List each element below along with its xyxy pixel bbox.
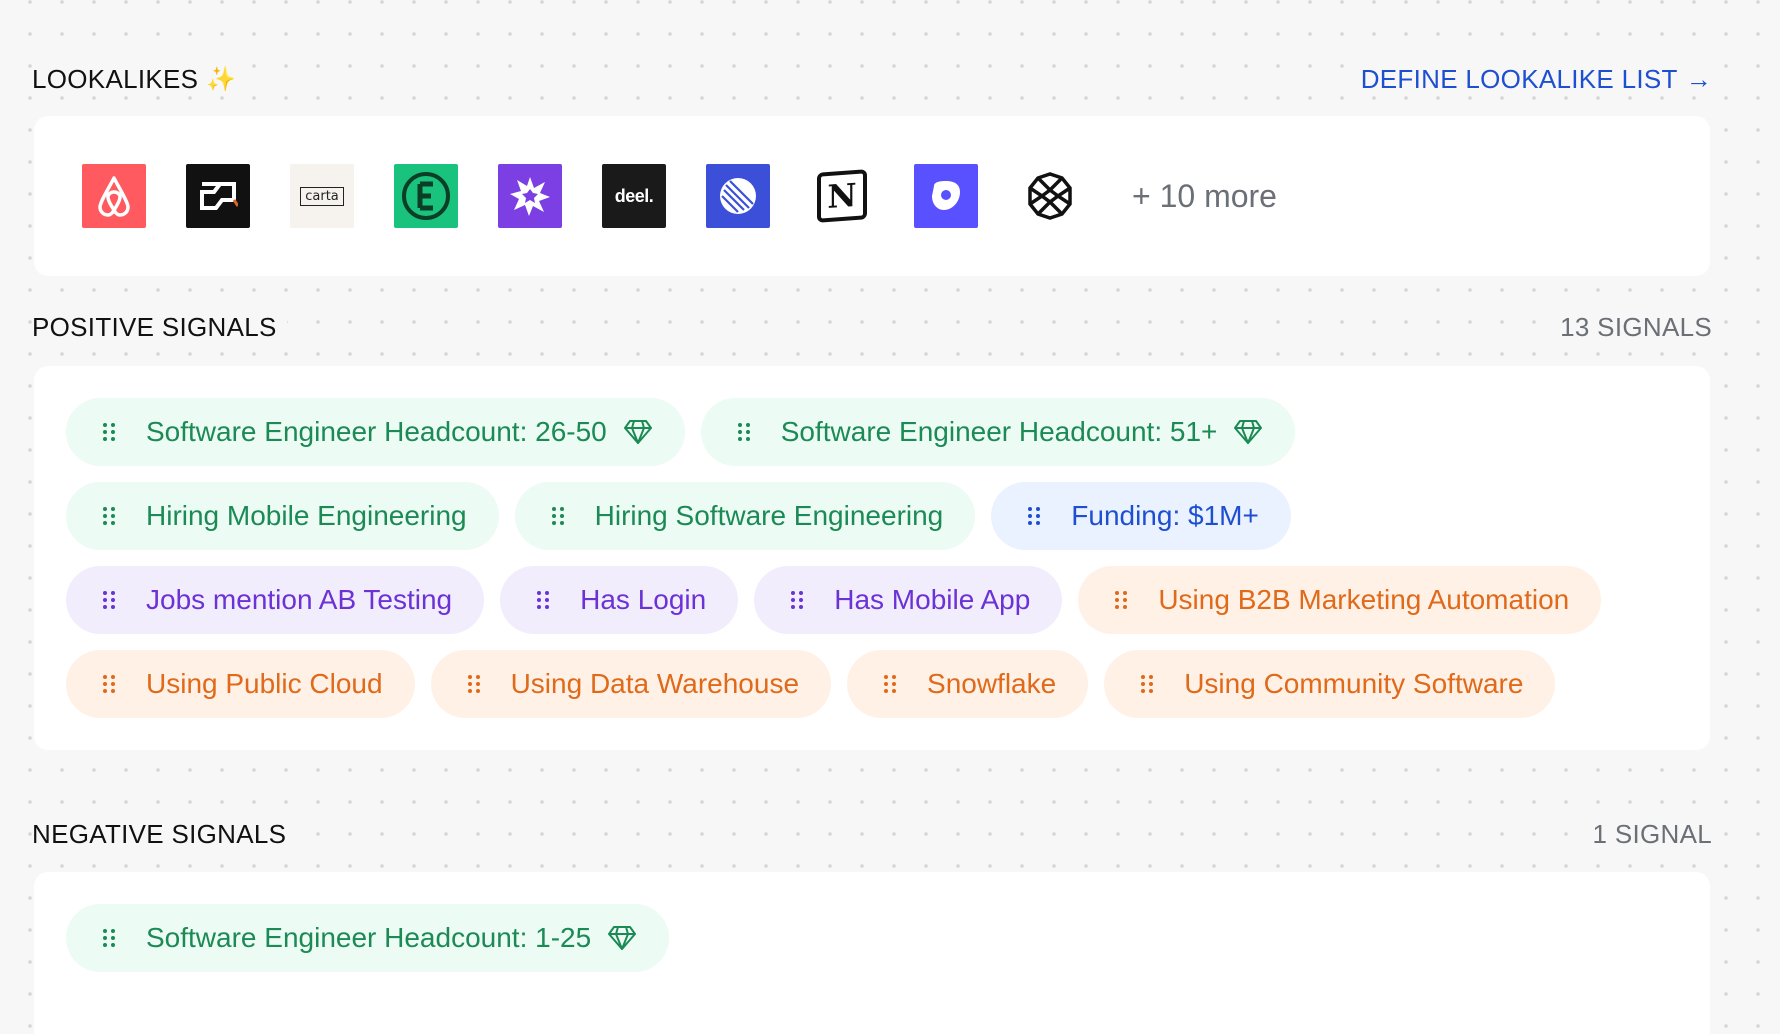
signal-label: Has Login	[580, 584, 707, 615]
plaid-logo[interactable]	[1018, 164, 1082, 228]
linear-logo[interactable]	[706, 164, 770, 228]
signal-label: Using Public Cloud	[146, 668, 383, 699]
arrow-right-icon: →	[1685, 63, 1712, 94]
signal-chip[interactable]: Using Community Software	[1104, 650, 1556, 718]
drag-handle-icon[interactable]	[551, 506, 565, 526]
lookalikes-title: LOOKALIKES ✨	[32, 63, 247, 95]
negative-signals-header: NEGATIVE SIGNALS 1 SIGNAL	[32, 816, 1712, 852]
lookalikes-title-text: LOOKALIKES	[32, 63, 199, 94]
signal-chip[interactable]: Hiring Mobile Engineering	[66, 482, 499, 550]
signal-label: Software Engineer Headcount: 26-50	[146, 416, 607, 447]
signal-label: Has Mobile App	[834, 584, 1031, 615]
signal-chip[interactable]: Software Engineer Headcount: 1-25	[66, 904, 670, 972]
signal-chip[interactable]: Using Data Warehouse	[430, 650, 832, 718]
carta-logo[interactable]: carta	[290, 164, 354, 228]
positive-signals-header: POSITIVE SIGNALS 13 SIGNALS	[32, 309, 1712, 345]
drag-handle-icon[interactable]	[1114, 590, 1128, 610]
outreach-logo[interactable]	[914, 164, 978, 228]
signal-chip[interactable]: Software Engineer Headcount: 51+	[700, 398, 1296, 466]
signal-label: Hiring Software Engineering	[594, 500, 944, 531]
negative-signals-title: NEGATIVE SIGNALS	[32, 818, 297, 850]
lookalikes-card: carta deel. N + 10 more	[34, 116, 1710, 276]
signal-chip[interactable]: Snowflake	[847, 650, 1089, 718]
signal-label: Hiring Mobile Engineering	[146, 500, 467, 531]
lookalikes-header: LOOKALIKES ✨ DEFINE LOOKALIKE LIST →	[32, 61, 1712, 97]
define-lookalike-list-link[interactable]: DEFINE LOOKALIKE LIST →	[1350, 63, 1712, 95]
diamond-icon	[1233, 419, 1263, 445]
positive-signals-card: Software Engineer Headcount: 26-50 Softwa…	[34, 366, 1710, 750]
signal-chip[interactable]: Funding: $1M+	[991, 482, 1291, 550]
signal-label: Jobs mention AB Testing	[146, 584, 453, 615]
drag-handle-icon[interactable]	[737, 422, 751, 442]
signal-label: Using Data Warehouse	[510, 668, 800, 699]
drag-handle-icon[interactable]	[790, 590, 804, 610]
drag-handle-icon[interactable]	[102, 422, 116, 442]
drag-handle-icon[interactable]	[467, 674, 481, 694]
notion-mark: N	[817, 169, 867, 223]
brex-logo[interactable]	[186, 164, 250, 228]
signal-chip[interactable]: Using Public Cloud	[66, 650, 415, 718]
signal-chip[interactable]: Has Mobile App	[754, 566, 1063, 634]
negative-signals-card: Software Engineer Headcount: 1-25	[34, 872, 1710, 1034]
drag-handle-icon[interactable]	[102, 928, 116, 948]
signal-label: Using Community Software	[1184, 668, 1524, 699]
negative-signals-list: Software Engineer Headcount: 1-25	[34, 872, 1710, 1004]
signal-chip[interactable]: Has Login	[500, 566, 739, 634]
drag-handle-icon[interactable]	[1140, 674, 1154, 694]
lookalikes-logo-row: carta deel. N + 10 more	[34, 116, 1710, 276]
diamond-icon	[607, 925, 637, 951]
signal-chip[interactable]: Using B2B Marketing Automation	[1078, 566, 1602, 634]
positive-signals-list: Software Engineer Headcount: 26-50 Softwa…	[34, 366, 1710, 750]
drag-handle-icon[interactable]	[883, 674, 897, 694]
deel-wordmark: deel.	[614, 185, 654, 206]
sparkle-icon: ✨	[206, 65, 237, 93]
diamond-icon	[623, 419, 653, 445]
deel-logo[interactable]: deel.	[602, 164, 666, 228]
negative-signals-count: 1 SIGNAL	[1582, 818, 1712, 850]
signal-label: Software Engineer Headcount: 51+	[780, 416, 1218, 447]
drag-handle-icon[interactable]	[102, 590, 116, 610]
signal-label: Funding: $1M+	[1071, 500, 1259, 531]
drag-handle-icon[interactable]	[1027, 506, 1041, 526]
notion-logo[interactable]: N	[810, 164, 874, 228]
define-lookalike-list-label: DEFINE LOOKALIKE LIST	[1360, 63, 1678, 94]
positive-signals-title: POSITIVE SIGNALS	[32, 311, 287, 343]
drag-handle-icon[interactable]	[102, 674, 116, 694]
carta-wordmark: carta	[300, 186, 344, 206]
signal-chip[interactable]: Hiring Software Engineering	[514, 482, 976, 550]
starburst-logo[interactable]	[498, 164, 562, 228]
expensify-logo[interactable]	[394, 164, 458, 228]
signal-chip[interactable]: Jobs mention AB Testing	[66, 566, 485, 634]
positive-signals-count: 13 SIGNALS	[1550, 311, 1712, 343]
drag-handle-icon[interactable]	[102, 506, 116, 526]
more-lookalikes-count[interactable]: + 10 more	[1132, 178, 1277, 215]
signal-label: Software Engineer Headcount: 1-25	[146, 922, 592, 953]
airbnb-logo[interactable]	[82, 164, 146, 228]
signal-chip[interactable]: Software Engineer Headcount: 26-50	[66, 398, 685, 466]
drag-handle-icon[interactable]	[536, 590, 550, 610]
signal-label: Snowflake	[927, 668, 1057, 699]
signal-label: Using B2B Marketing Automation	[1158, 584, 1570, 615]
